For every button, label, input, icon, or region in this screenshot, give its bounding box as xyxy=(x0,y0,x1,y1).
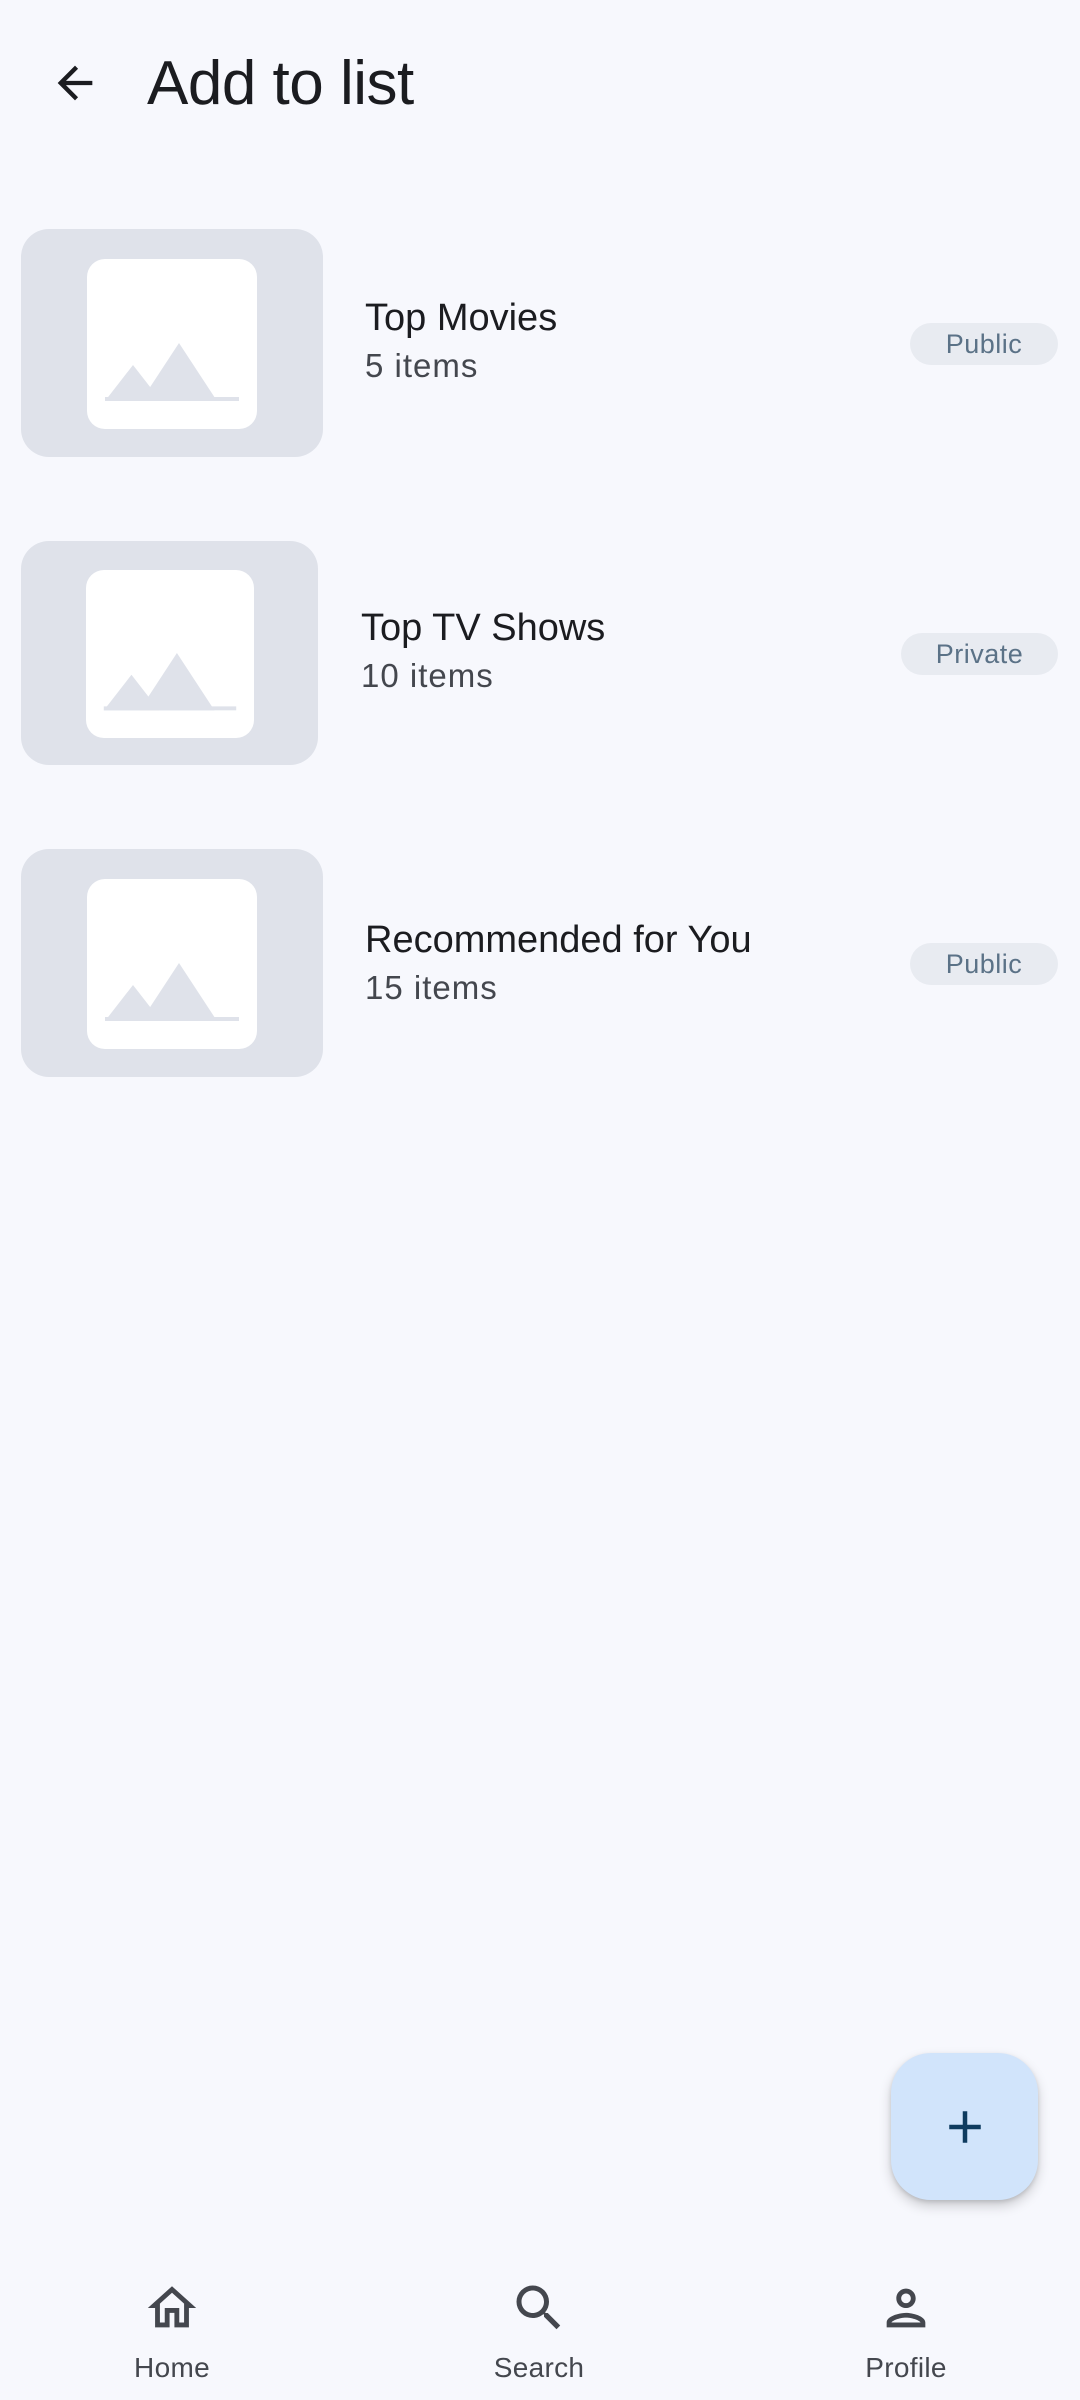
bottom-navigation: Home Search Profile xyxy=(0,2240,1080,2400)
list-thumbnail xyxy=(21,849,323,1077)
list-item-recommended-for-you[interactable]: Recommended for You 15 items Public xyxy=(0,849,1080,1079)
list-thumbnail xyxy=(21,541,318,765)
image-placeholder-icon xyxy=(103,653,237,711)
back-button[interactable] xyxy=(30,38,120,128)
nav-label-search: Search xyxy=(493,2352,585,2383)
list-item-top-movies[interactable]: Top Movies 5 items Public xyxy=(0,229,1080,459)
search-icon xyxy=(516,2285,561,2330)
list-item-count: 15 items xyxy=(365,969,498,1006)
plus-icon xyxy=(948,2110,981,2143)
visibility-badge: Private xyxy=(901,633,1058,675)
list-title: Top TV Shows xyxy=(361,607,606,649)
list-item-count: 5 items xyxy=(365,347,479,384)
image-placeholder-icon xyxy=(105,963,239,1021)
list-thumbnail xyxy=(21,229,323,457)
visibility-badge: Public xyxy=(910,943,1058,985)
list-item-count: 10 items xyxy=(361,657,494,694)
nav-label-profile: Profile xyxy=(865,2352,947,2383)
nav-item-profile[interactable]: Profile xyxy=(786,2240,1026,2400)
create-list-button[interactable] xyxy=(891,2053,1038,2200)
list-title: Recommended for You xyxy=(365,919,752,961)
arrow-left-icon xyxy=(57,65,93,101)
image-placeholder-icon xyxy=(105,343,239,401)
list-item-top-tv-shows[interactable]: Top TV Shows 10 items Private xyxy=(0,541,1080,771)
top-app-bar: Add to list xyxy=(0,0,1080,170)
visibility-badge: Public xyxy=(910,323,1058,365)
nav-item-search[interactable]: Search xyxy=(419,2240,659,2400)
nav-item-home[interactable]: Home xyxy=(52,2240,292,2400)
person-icon xyxy=(886,2288,926,2328)
nav-label-home: Home xyxy=(134,2352,210,2383)
home-icon xyxy=(147,2286,197,2328)
list-title: Top Movies xyxy=(365,297,558,339)
page-title: Add to list xyxy=(147,49,414,118)
